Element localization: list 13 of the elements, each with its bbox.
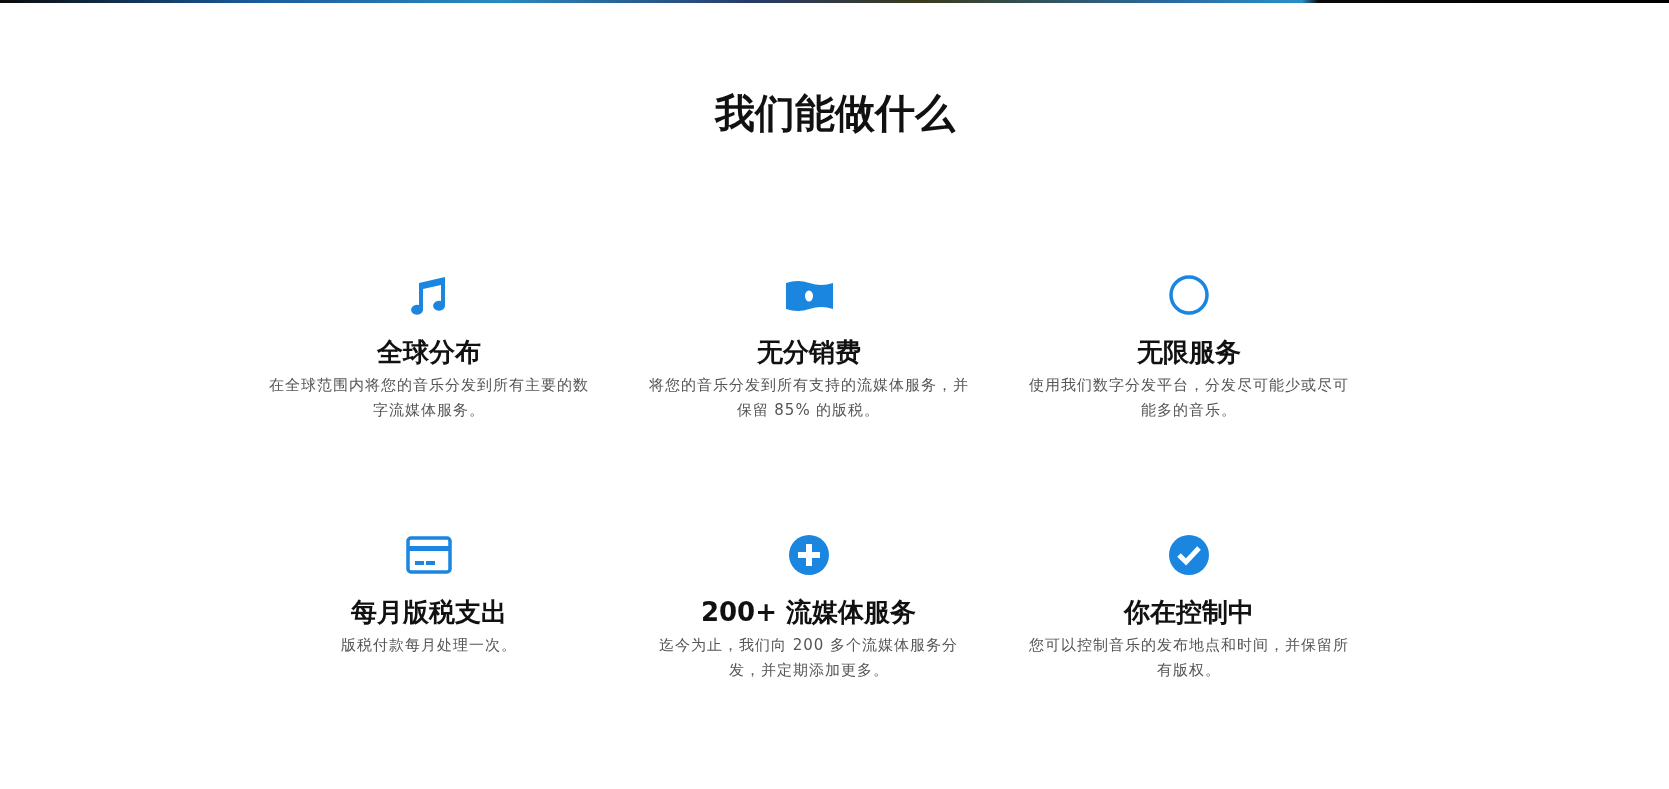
feature-description: 版税付款每月处理一次。 <box>339 635 518 656</box>
feature-heading: 无分销费 <box>756 336 861 369</box>
feature-heading: 全球分布 <box>376 336 481 369</box>
feature-description: 您可以控制音乐的发布地点和时间，并保留所有版权。 <box>1027 635 1350 681</box>
feature-description: 将您的音乐分发到所有支持的流媒体服务，并保留 85% 的版税。 <box>647 375 970 421</box>
section-title: 我们能做什么 <box>713 89 957 138</box>
feature-description: 迄今为止，我们向 200 多个流媒体服务分发，并定期添加更多。 <box>657 635 960 681</box>
feature-heading: 你在控制中 <box>1123 596 1254 629</box>
feature-description: 使用我们数字分发平台，分发尽可能少或尽可能多的音乐。 <box>1027 375 1350 421</box>
feature-description: 在全球范围内将您的音乐分发到所有主要的数字流媒体服务。 <box>267 375 590 421</box>
feature-heading: 无限服务 <box>1136 336 1241 369</box>
feature-heading: 每月版税支出 <box>350 596 507 629</box>
feature-heading: 200+ 流媒体服务 <box>700 596 917 629</box>
